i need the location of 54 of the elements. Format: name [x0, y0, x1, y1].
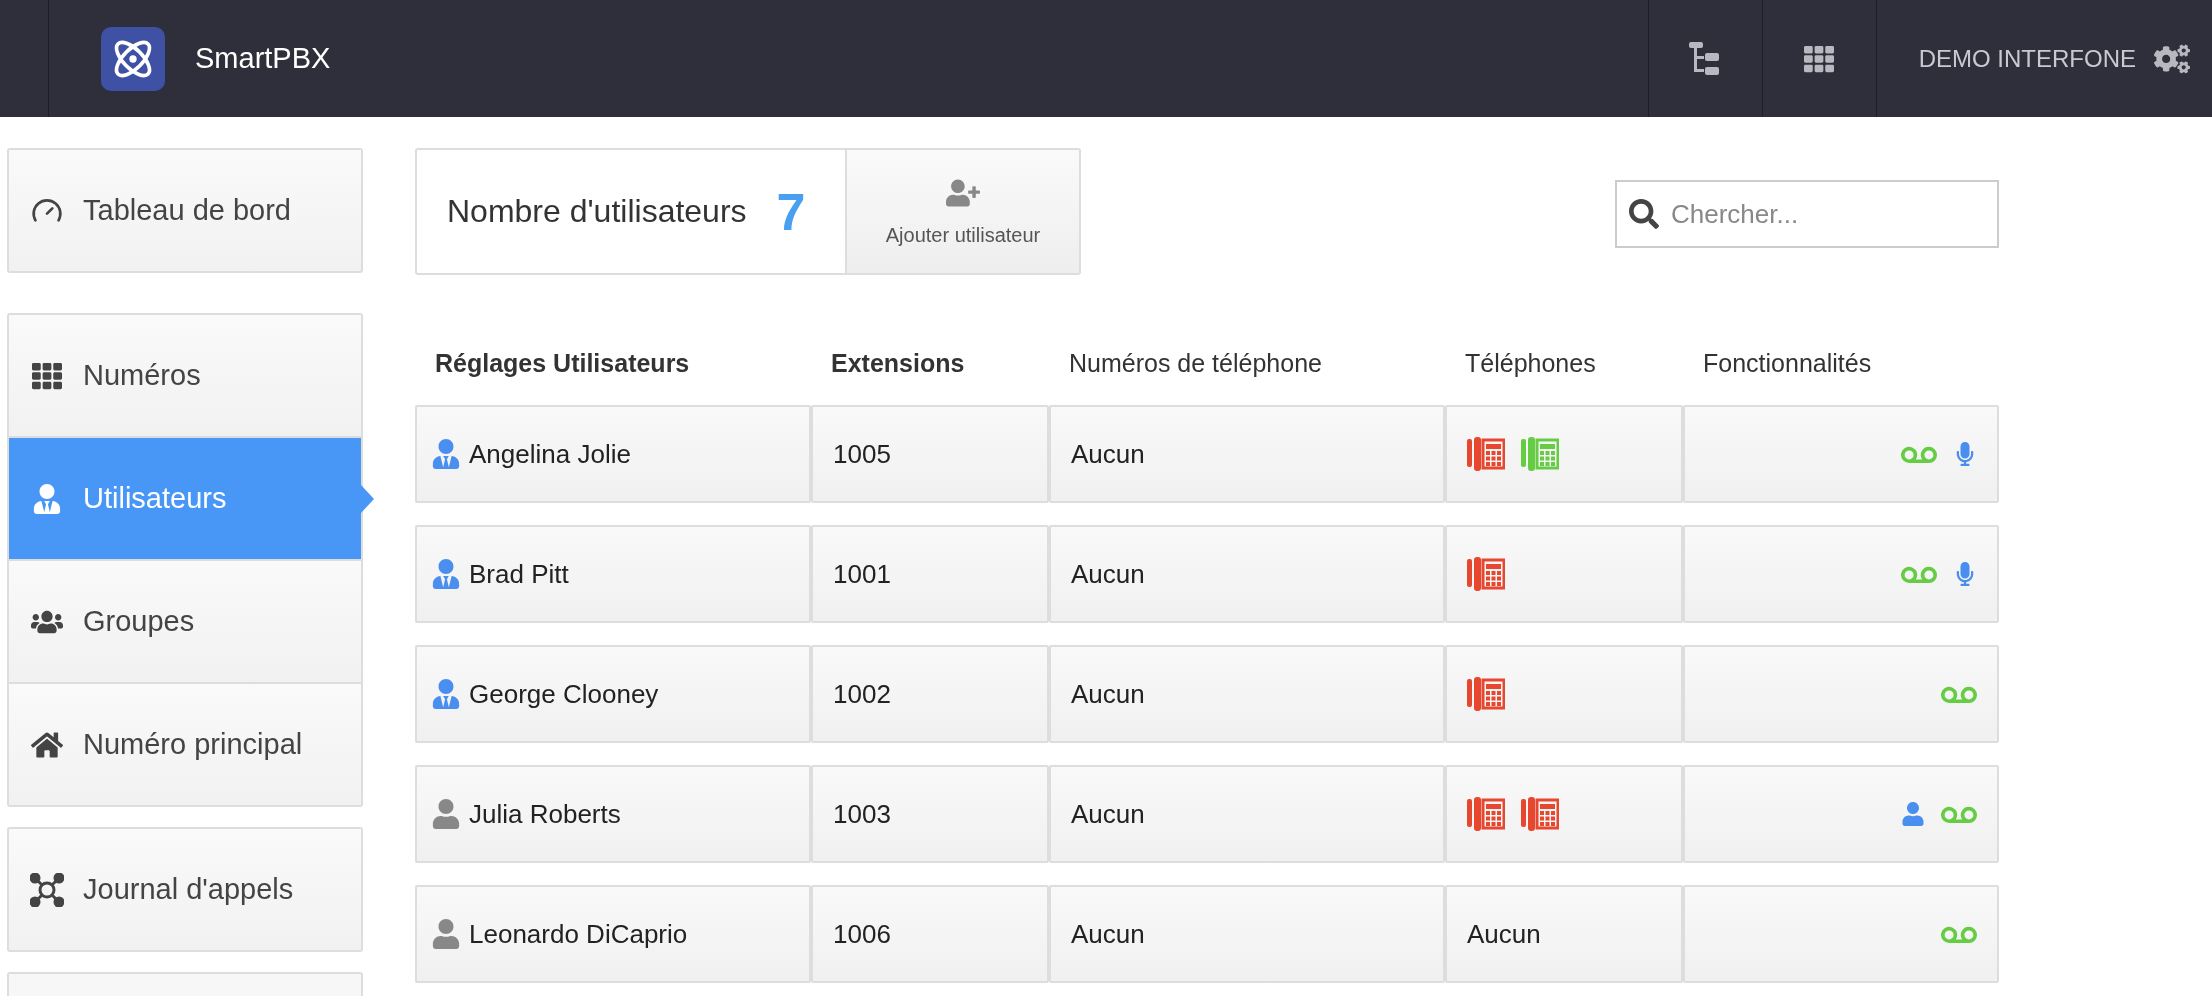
desk-phone-icon	[1521, 797, 1559, 831]
column-header: Téléphones	[1464, 348, 1597, 378]
user-name: Angelina Jolie	[469, 438, 631, 470]
user-tie-icon	[431, 559, 461, 589]
user-name: George Clooney	[469, 678, 659, 710]
user-name: Julia Roberts	[469, 798, 621, 830]
table-cell[interactable]: Angelina Jolie	[415, 405, 811, 503]
table-cell[interactable]: George Clooney	[415, 645, 811, 743]
account-name[interactable]: DEMO INTERFONE	[1918, 44, 2136, 73]
sidebar-item[interactable]: Numéro principal	[9, 682, 361, 805]
table-cell[interactable]: Brad Pitt	[415, 525, 811, 623]
desk-phone-icon	[1467, 557, 1505, 591]
column-header: Fonctionnalités	[1702, 348, 1873, 378]
user-icon	[1901, 802, 1925, 826]
table-cell: 1006	[811, 885, 1049, 983]
app-name: SmartPBX	[195, 42, 331, 75]
user-tie-icon	[431, 679, 461, 709]
table-cell: 1003	[811, 765, 1049, 863]
table-cell: 1002	[811, 645, 1049, 743]
table-cell[interactable]: Julia Roberts	[415, 765, 811, 863]
table-cell: Aucun	[1049, 645, 1445, 743]
sidebar-item[interactable]: Groupes	[9, 559, 361, 682]
sidebar-item[interactable]: Numéros	[9, 315, 361, 436]
column-header: Numéros de téléphone	[1068, 348, 1323, 378]
desk-phone-icon	[1521, 437, 1559, 471]
user-icon	[431, 799, 461, 829]
table-cell[interactable]: Leonardo DiCaprio	[415, 885, 811, 983]
user-icon	[431, 919, 461, 949]
user-name: Brad Pitt	[469, 558, 569, 590]
table-cell: 1005	[811, 405, 1049, 503]
table-cell: 1001	[811, 525, 1049, 623]
user-tie-icon	[431, 439, 461, 469]
user-count: 7	[776, 181, 806, 242]
sidebar-item[interactable]: Journal d'appels	[9, 829, 361, 950]
user-name: Leonardo DiCaprio	[469, 918, 688, 950]
table-cell: Aucun	[1049, 885, 1445, 983]
search-icon	[1629, 199, 1659, 229]
desk-phone-icon	[1467, 437, 1505, 471]
add-user-icon	[946, 176, 980, 210]
sidebar-item[interactable]: Tableau de bord	[9, 150, 361, 271]
search-field[interactable]: Chercher...	[1615, 180, 1999, 248]
column-header: Réglages Utilisateurs	[434, 348, 691, 378]
column-header: Extensions	[830, 348, 966, 378]
add-user-button[interactable]: Ajouter utilisateur	[845, 150, 1079, 273]
desk-phone-icon	[1467, 677, 1505, 711]
desk-phone-icon	[1467, 797, 1505, 831]
network-nodes-icon	[30, 872, 64, 907]
table-cell: Aucun	[1445, 885, 1683, 983]
user-count-label: Nombre d'utilisateurs	[447, 193, 747, 230]
grid-icon	[32, 360, 62, 391]
table-cell: Aucun	[1049, 405, 1445, 503]
table-cell: Aucun	[1049, 525, 1445, 623]
atom-logo-icon	[101, 26, 165, 91]
table-cell: Aucun	[1049, 765, 1445, 863]
